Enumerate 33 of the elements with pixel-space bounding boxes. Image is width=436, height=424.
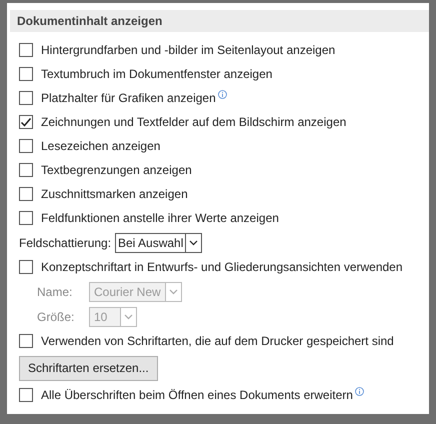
info-icon[interactable] [354,387,364,396]
checkbox-label[interactable]: Hintergrundfarben und -bilder im Seitenlayout anzeigen [41,43,336,57]
chevron-down-icon [124,314,133,320]
info-icon[interactable] [218,90,227,99]
checkbox-label[interactable]: Textumbruch im Dokumentfenster anzeigen [41,67,272,81]
field-label: Feldschattierung: [19,236,112,250]
checkbox[interactable] [19,67,33,81]
checkbox-label[interactable]: Lesezeichen anzeigen [41,139,160,153]
checkbox[interactable] [19,139,33,153]
chevron-down-icon [189,240,198,246]
checkbox[interactable] [19,43,33,57]
checkbox-label[interactable]: Verwenden von Schriftarten, die auf dem Drucker gespeichert sind [41,334,394,348]
checkbox-label[interactable]: Zuschnittsmarken anzeigen [41,187,188,201]
chevron-down-icon [168,288,178,294]
checkbox[interactable] [19,187,33,201]
checkbox[interactable] [19,163,33,177]
checkbox-label[interactable]: Textbegrenzungen anzeigen [41,163,192,177]
checkbox[interactable] [19,260,33,274]
checkbox[interactable] [19,91,33,105]
checkbox[interactable] [19,211,33,225]
checkbox-label[interactable]: Feldfunktionen anstelle ihrer Werte anzeigen [41,211,279,225]
replace-fonts-button[interactable]: Schriftarten ersetzen... [19,356,158,380]
checkbox[interactable] [19,388,33,402]
section-header: Dokumentinhalt anzeigen [10,10,429,32]
field-label: Name: [37,284,74,298]
field-label: Größe: [37,310,76,324]
checkbox[interactable] [19,115,33,129]
checkbox-label[interactable]: Alle Überschriften beim Öffnen eines Dokuments erweitern [41,388,353,402]
checkbox-label[interactable]: Zeichnungen und Textfelder auf dem Bildschirm anzeigen [41,115,346,129]
checkbox-label[interactable]: Platzhalter für Grafiken anzeigen [41,91,216,105]
checkbox-label[interactable]: Konzeptschriftart in Entwurfs- und Gliederungsansichten verwenden [41,260,403,274]
checkbox[interactable] [19,334,33,348]
dropdown[interactable]: Bei Auswahl [115,232,202,252]
